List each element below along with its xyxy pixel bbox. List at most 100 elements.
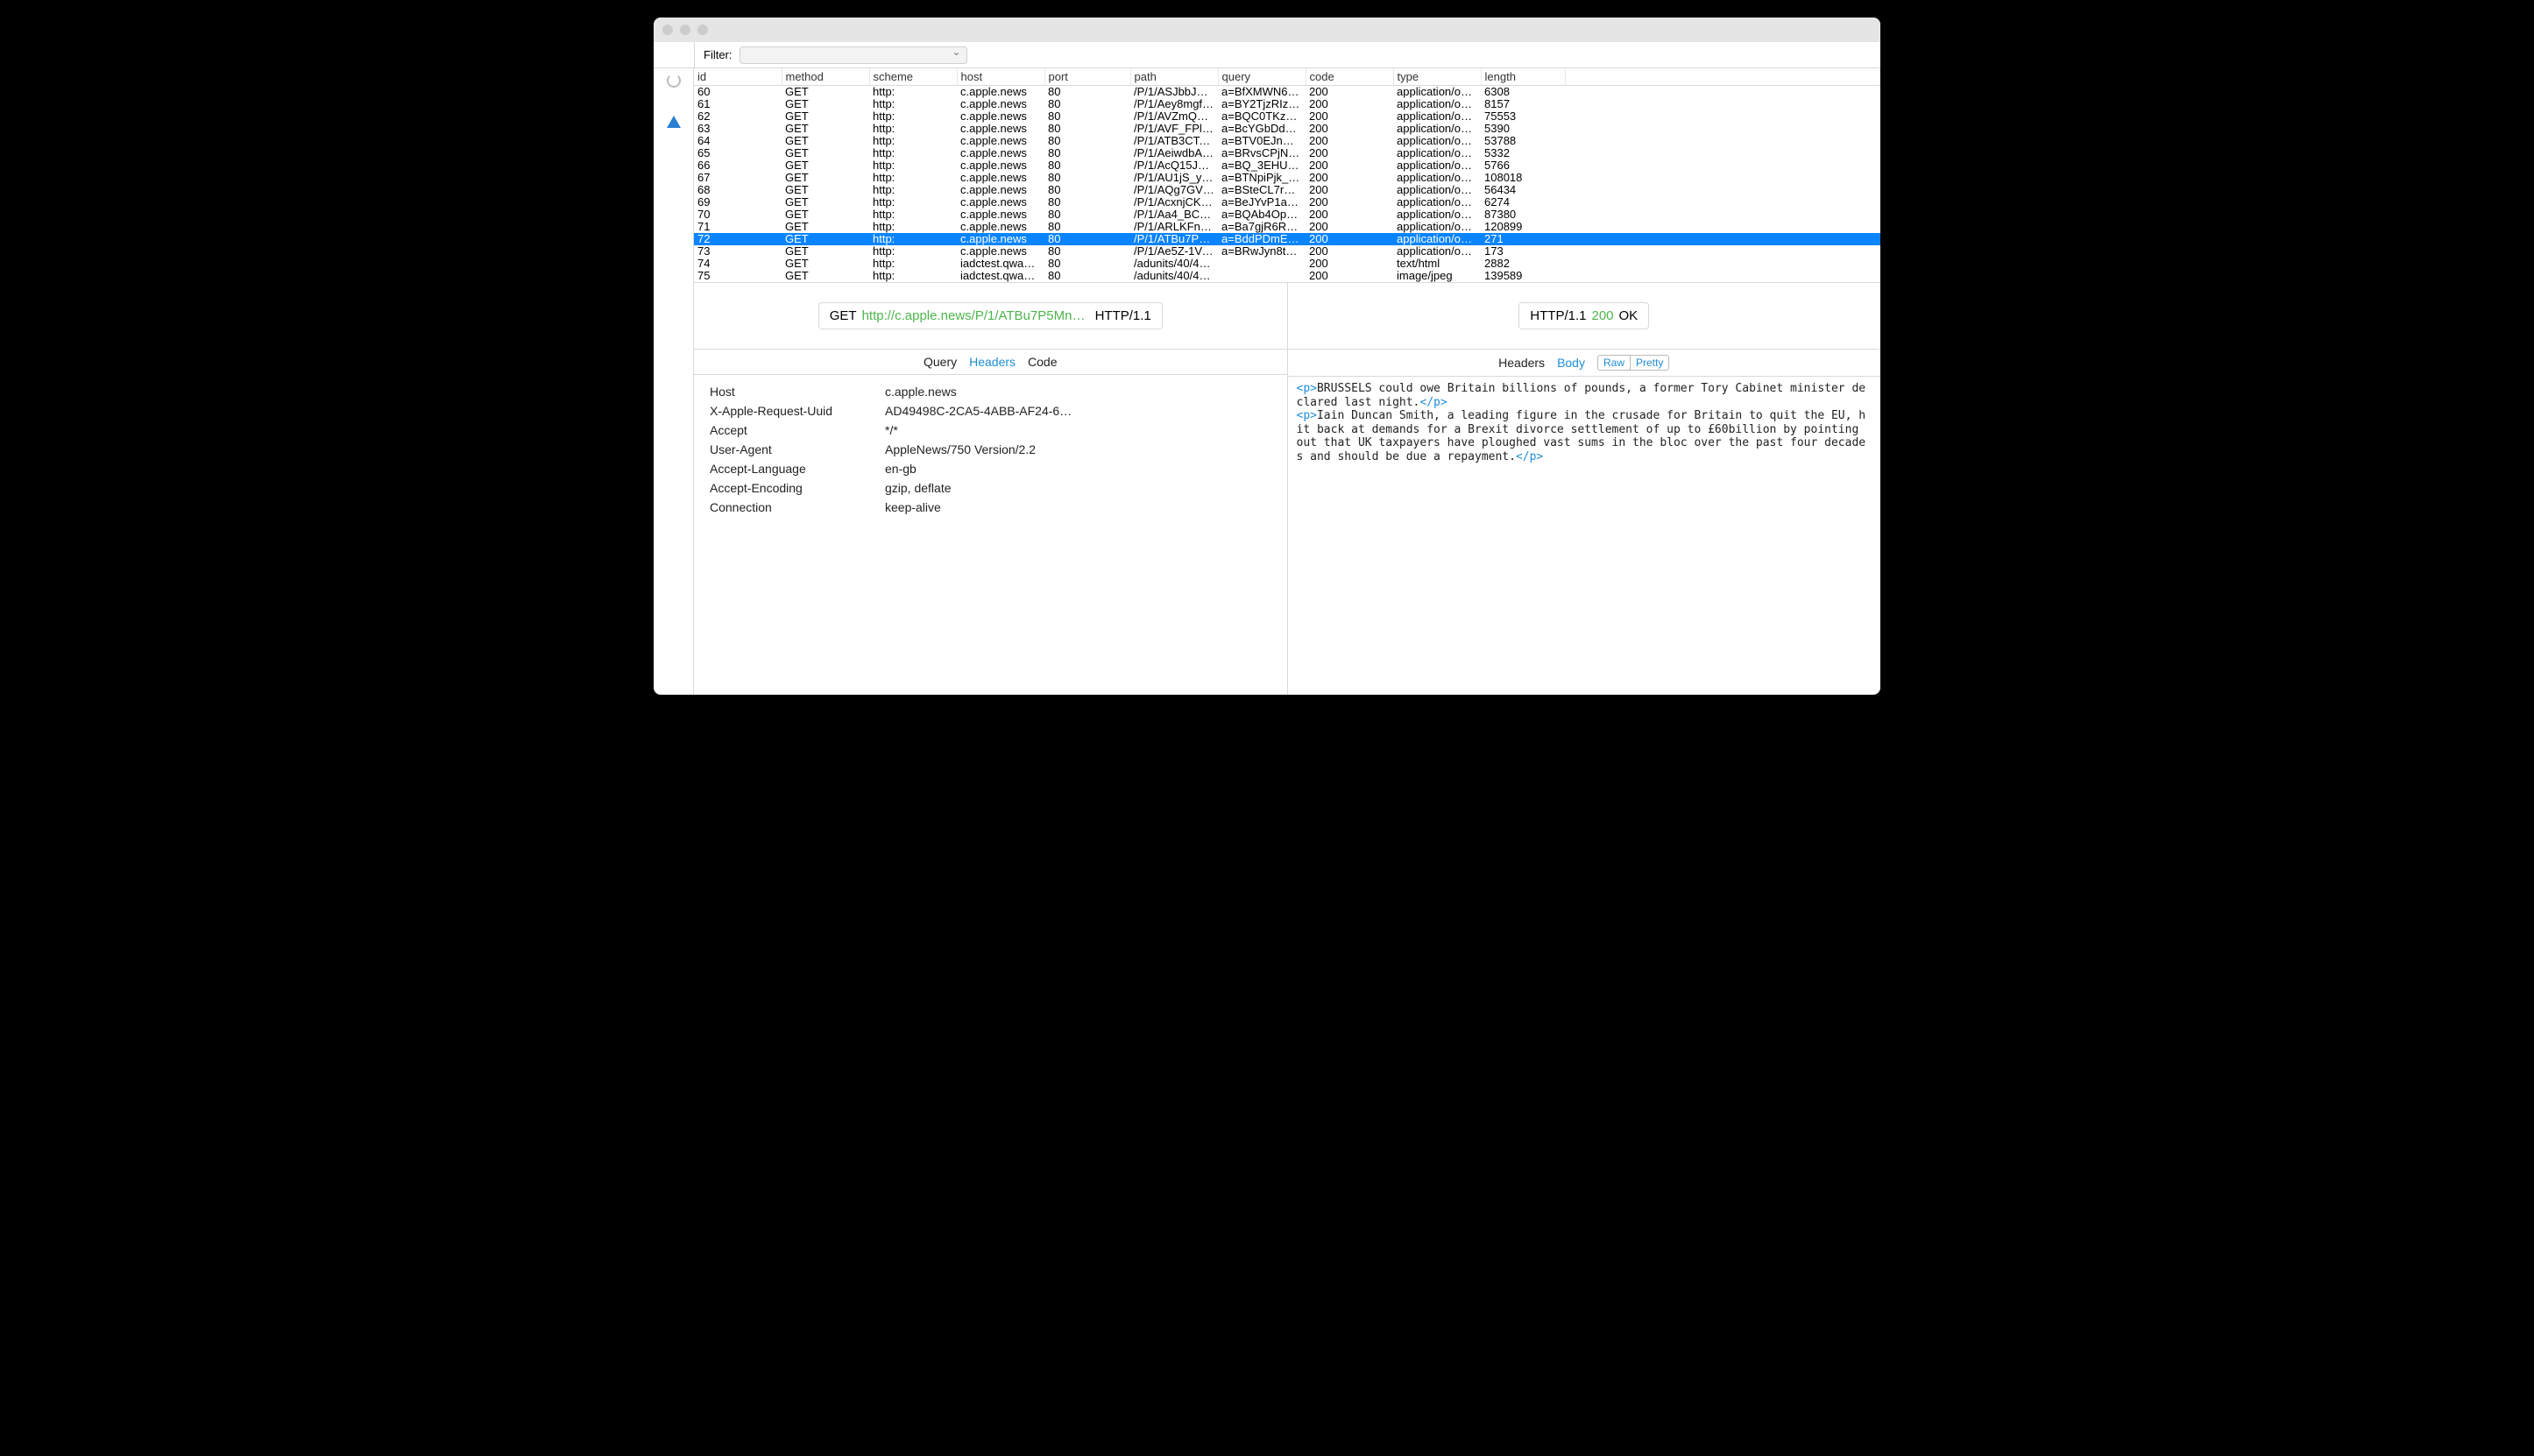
column-header-scheme[interactable]: scheme <box>869 68 957 86</box>
tab-code[interactable]: Code <box>1028 355 1057 369</box>
cell-id: 61 <box>694 98 782 110</box>
header-row: User-AgentAppleNews/750 Version/2.2 <box>710 440 1271 459</box>
header-value: c.apple.news <box>885 385 1271 399</box>
column-header-query[interactable]: query <box>1218 68 1306 86</box>
table-row[interactable]: 69GEThttp:c.apple.news80/P/1/AcxnjCKrz…a… <box>694 196 1880 209</box>
cell-type: image/jpeg <box>1393 270 1481 282</box>
cell-id: 65 <box>694 147 782 159</box>
zoom-icon[interactable] <box>697 25 708 35</box>
cell-scheme: http: <box>869 184 957 196</box>
tab-resp-headers[interactable]: Headers <box>1498 356 1545 370</box>
cell-host: c.apple.news <box>957 245 1044 258</box>
table-row[interactable]: 67GEThttp:c.apple.news80/P/1/AU1jS_yUj…a… <box>694 172 1880 184</box>
cell-code: 200 <box>1306 258 1393 270</box>
cell-scheme: http: <box>869 123 957 135</box>
column-header-method[interactable]: method <box>782 68 869 86</box>
cell-path: /P/1/AcQ15J5-Z… <box>1130 159 1218 172</box>
column-header-host[interactable]: host <box>957 68 1044 86</box>
spinner-icon[interactable] <box>667 74 681 88</box>
cell-scheme: http: <box>869 233 957 245</box>
cell-host: c.apple.news <box>957 172 1044 184</box>
toggle-raw[interactable]: Raw <box>1598 356 1630 370</box>
header-key: Connection <box>710 500 885 514</box>
cell-scheme: http: <box>869 159 957 172</box>
cell-host: c.apple.news <box>957 86 1044 99</box>
cell-port: 80 <box>1044 233 1130 245</box>
header-value: AD49498C-2CA5-4ABB-AF24-6… <box>885 404 1271 418</box>
cell-path: /P/1/ATB3CTop… <box>1130 135 1218 147</box>
cell-port: 80 <box>1044 172 1130 184</box>
tab-resp-body[interactable]: Body <box>1557 356 1585 370</box>
cell-path: /P/1/ASJbbJYV… <box>1130 86 1218 99</box>
cell-code: 200 <box>1306 245 1393 258</box>
cell-port: 80 <box>1044 98 1130 110</box>
cell-path: /P/1/AcxnjCKrz… <box>1130 196 1218 209</box>
cell-query: a=BQC0TKzn8v… <box>1218 110 1306 123</box>
table-row[interactable]: 70GEThttp:c.apple.news80/P/1/Aa4_BCxW…a=… <box>694 209 1880 221</box>
tab-query[interactable]: Query <box>924 355 957 369</box>
cell-type: application/octe… <box>1393 245 1481 258</box>
column-header-length[interactable]: length <box>1481 68 1565 86</box>
table-row[interactable]: 63GEThttp:c.apple.news80/P/1/AVF_FPlpB…a… <box>694 123 1880 135</box>
table-row[interactable]: 62GEThttp:c.apple.news80/P/1/AVZmQDs…a=B… <box>694 110 1880 123</box>
cell-query: a=BddPDmEy0… <box>1218 233 1306 245</box>
cell-method: GET <box>782 172 869 184</box>
table-row[interactable]: 68GEThttp:c.apple.news80/P/1/AQg7GVlX…a=… <box>694 184 1880 196</box>
cell-type: application/octe… <box>1393 209 1481 221</box>
filter-label: Filter: <box>704 48 733 61</box>
cell-length: 271 <box>1481 233 1565 245</box>
cell-length: 5390 <box>1481 123 1565 135</box>
request-method: GET <box>830 308 857 323</box>
table-row[interactable]: 61GEThttp:c.apple.news80/P/1/Aey8mgfx9…a… <box>694 98 1880 110</box>
filter-bar: Filter: <box>694 42 1880 67</box>
triangle-icon[interactable] <box>667 116 681 128</box>
table-row[interactable]: 65GEThttp:c.apple.news80/P/1/AeiwdbAJI…a… <box>694 147 1880 159</box>
table-row[interactable]: 60GEThttp:c.apple.news80/P/1/ASJbbJYV…a=… <box>694 86 1880 99</box>
table-row[interactable]: 66GEThttp:c.apple.news80/P/1/AcQ15J5-Z…a… <box>694 159 1880 172</box>
cell-code: 200 <box>1306 221 1393 233</box>
cell-length: 2882 <box>1481 258 1565 270</box>
cell-host: c.apple.news <box>957 209 1044 221</box>
column-header-code[interactable]: code <box>1306 68 1393 86</box>
column-header-type[interactable]: type <box>1393 68 1481 86</box>
table-row[interactable]: 72GEThttp:c.apple.news80/P/1/ATBu7P5M…a=… <box>694 233 1880 245</box>
cell-query: a=BeJYvP1a0b… <box>1218 196 1306 209</box>
request-headers-table: Hostc.apple.newsX-Apple-Request-UuidAD49… <box>694 375 1287 524</box>
cell-id: 72 <box>694 233 782 245</box>
table-row[interactable]: 64GEThttp:c.apple.news80/P/1/ATB3CTop…a=… <box>694 135 1880 147</box>
column-header-path[interactable]: path <box>1130 68 1218 86</box>
minimize-icon[interactable] <box>680 25 690 35</box>
filter-select[interactable] <box>740 46 967 64</box>
cell-scheme: http: <box>869 221 957 233</box>
table-row[interactable]: 75GEThttp:iadctest.qwapi…80/adunits/40/4… <box>694 270 1880 282</box>
column-spacer <box>1565 68 1880 86</box>
header-row: X-Apple-Request-UuidAD49498C-2CA5-4ABB-A… <box>710 401 1271 421</box>
cell-path: /P/1/AU1jS_yUj… <box>1130 172 1218 184</box>
table-row[interactable]: 73GEThttp:c.apple.news80/P/1/Ae5Z-1VuM…a… <box>694 245 1880 258</box>
cell-host: c.apple.news <box>957 221 1044 233</box>
cell-id: 69 <box>694 196 782 209</box>
cell-query: a=BSteCL7rC6T… <box>1218 184 1306 196</box>
column-header-id[interactable]: id <box>694 68 782 86</box>
cell-port: 80 <box>1044 221 1130 233</box>
cell-scheme: http: <box>869 209 957 221</box>
body-tag: <p> <box>1297 409 1317 422</box>
cell-type: application/octe… <box>1393 110 1481 123</box>
toggle-pretty[interactable]: Pretty <box>1630 356 1668 370</box>
cell-id: 74 <box>694 258 782 270</box>
cell-path: /P/1/ATBu7P5M… <box>1130 233 1218 245</box>
header-key: Accept-Encoding <box>710 481 885 495</box>
titlebar <box>654 18 1880 42</box>
cell-method: GET <box>782 233 869 245</box>
table-row[interactable]: 71GEThttp:c.apple.news80/P/1/ARLKFnBG…a=… <box>694 221 1880 233</box>
table-row[interactable]: 74GEThttp:iadctest.qwapi…80/adunits/40/4… <box>694 258 1880 270</box>
cell-path: /P/1/ARLKFnBG… <box>1130 221 1218 233</box>
close-icon[interactable] <box>662 25 673 35</box>
header-value: AppleNews/750 Version/2.2 <box>885 442 1271 456</box>
cell-query: a=BcYGbDdVQ… <box>1218 123 1306 135</box>
tab-headers[interactable]: Headers <box>969 355 1016 369</box>
column-header-port[interactable]: port <box>1044 68 1130 86</box>
header-key: User-Agent <box>710 442 885 456</box>
response-body: <p>BRUSSELS could owe Britain billions o… <box>1288 377 1881 470</box>
header-key: Accept <box>710 423 885 437</box>
